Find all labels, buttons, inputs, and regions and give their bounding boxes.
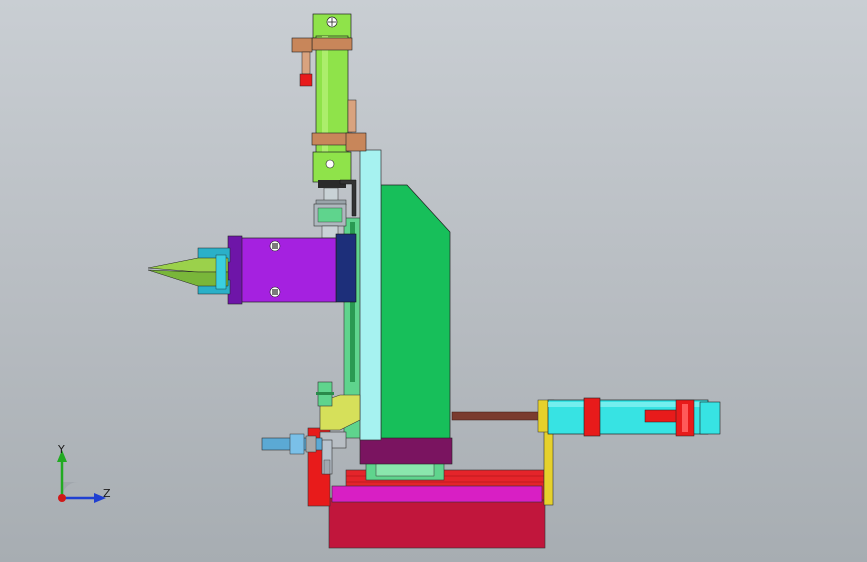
x-axis-dot xyxy=(58,494,66,502)
y-axis-label: Y xyxy=(58,443,65,456)
gripper-mount xyxy=(335,233,357,303)
assembly-model[interactable] xyxy=(0,0,867,562)
upper-clamp-ring xyxy=(311,37,353,51)
lower-switch-body xyxy=(347,99,357,133)
bottom-cap-screw-icon xyxy=(325,159,335,169)
cylinder-end-cap xyxy=(699,401,721,435)
horizontal-cylinder[interactable] xyxy=(451,397,721,437)
cad-viewport[interactable]: Y Z xyxy=(0,0,867,562)
gripper[interactable] xyxy=(147,233,357,305)
magenta-plate xyxy=(331,485,543,503)
upper-switch-tab xyxy=(291,37,313,53)
z-axis-label: Z xyxy=(103,487,111,500)
red-clamp-ring xyxy=(583,397,601,437)
bottom-block xyxy=(328,497,546,549)
triad-icon xyxy=(57,450,106,503)
gripper-body xyxy=(237,237,337,303)
vertical-mount-plate xyxy=(359,149,382,441)
cylinder-rod-horizontal xyxy=(451,411,547,421)
green-block-body xyxy=(380,184,451,441)
coordinate-triad xyxy=(40,436,120,516)
vertical-cylinder[interactable] xyxy=(291,13,367,239)
lower-switch-tab xyxy=(345,132,367,152)
purple-foot xyxy=(359,437,453,465)
upper-switch-body xyxy=(301,51,311,75)
